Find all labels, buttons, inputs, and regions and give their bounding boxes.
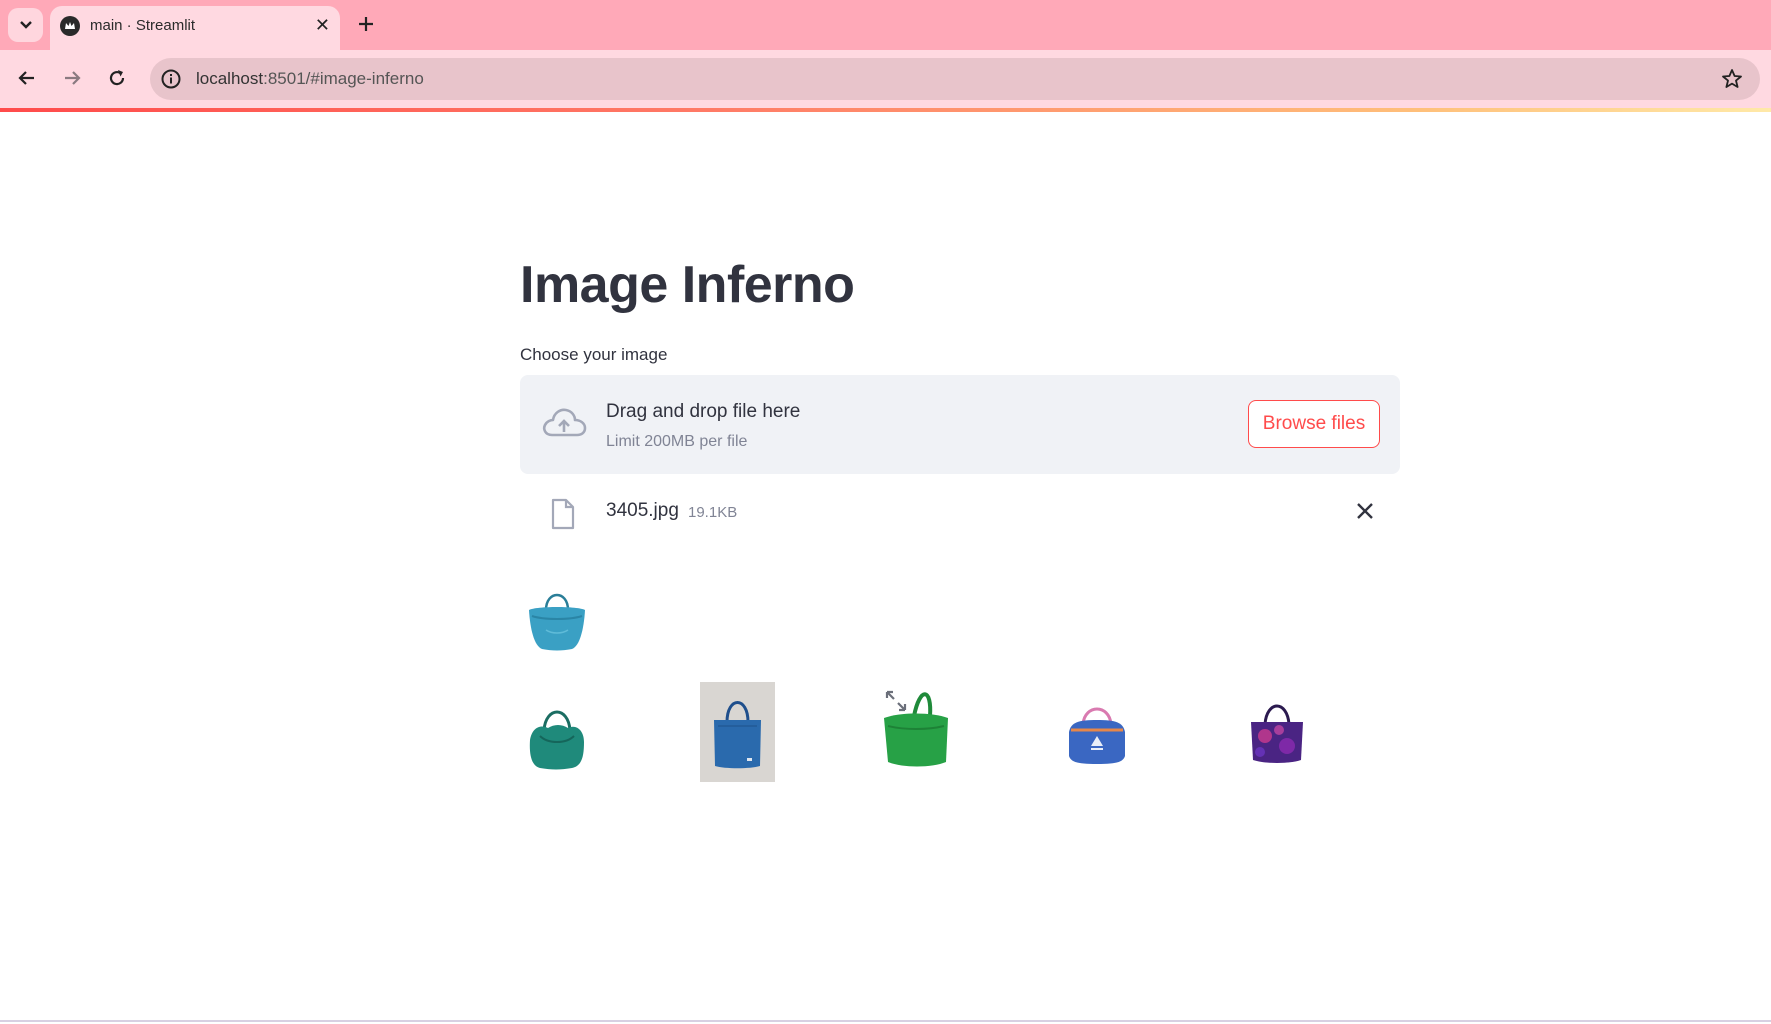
uploaded-file-row: 3405.jpg 19.1KB xyxy=(520,490,1400,535)
teal-handbag-image xyxy=(529,710,584,770)
browse-files-button[interactable]: Browse files xyxy=(1248,400,1380,448)
dropzone-instructions: Drag and drop file here xyxy=(606,401,801,422)
uploaded-file-name: 3405.jpg xyxy=(606,500,679,521)
file-dropzone[interactable]: Drag and drop file here Limit 200MB per … xyxy=(520,375,1400,474)
remove-file-icon[interactable] xyxy=(1354,500,1376,522)
result-image-2[interactable] xyxy=(700,682,775,782)
blue-tote-image xyxy=(714,701,761,769)
reload-icon xyxy=(109,70,125,86)
forward-arrow-icon xyxy=(65,71,81,85)
query-image xyxy=(526,586,588,652)
address-bar[interactable]: localhost:8501/#image-inferno xyxy=(150,58,1760,100)
tab-list-button[interactable] xyxy=(8,8,43,42)
forward-button[interactable] xyxy=(56,62,88,94)
result-image-1[interactable] xyxy=(526,700,588,770)
plus-icon xyxy=(359,17,373,31)
chevron-down-icon xyxy=(19,21,32,29)
bookmark-star-icon[interactable] xyxy=(1720,67,1744,91)
cloud-upload-icon xyxy=(542,408,587,437)
uploaded-file-size: 19.1KB xyxy=(688,504,738,521)
back-button[interactable] xyxy=(11,62,43,94)
url-text: localhost:8501/#image-inferno xyxy=(196,69,424,88)
dropzone-limit: Limit 200MB per file xyxy=(606,433,748,450)
new-tab-button[interactable] xyxy=(352,10,380,38)
blue-adidas-duffel-image xyxy=(1069,707,1125,764)
purple-tote-image xyxy=(1251,704,1303,763)
result-image-4[interactable] xyxy=(1065,700,1129,766)
browser-tab-active[interactable]: main · Streamlit ✕ xyxy=(50,6,340,50)
back-arrow-icon xyxy=(18,71,34,85)
streamlit-favicon-icon xyxy=(60,16,80,36)
browser-tab-bar: main · Streamlit ✕ xyxy=(0,0,1771,50)
tab-title: main · Streamlit xyxy=(90,17,196,34)
teal-handbag-image xyxy=(529,593,585,651)
window-bottom-edge xyxy=(0,1020,1771,1022)
uploader-label: Choose your image xyxy=(520,345,668,364)
fullscreen-expand-icon[interactable] xyxy=(885,690,907,712)
file-icon xyxy=(551,498,575,530)
page-title: Image Inferno xyxy=(520,256,855,314)
browser-toolbar: localhost:8501/#image-inferno xyxy=(0,50,1771,108)
result-image-5[interactable] xyxy=(1245,696,1309,766)
streamlit-top-decoration xyxy=(0,108,1771,112)
site-info-icon[interactable] xyxy=(160,68,182,90)
close-icon[interactable]: ✕ xyxy=(315,15,330,35)
reload-button[interactable] xyxy=(101,62,133,94)
